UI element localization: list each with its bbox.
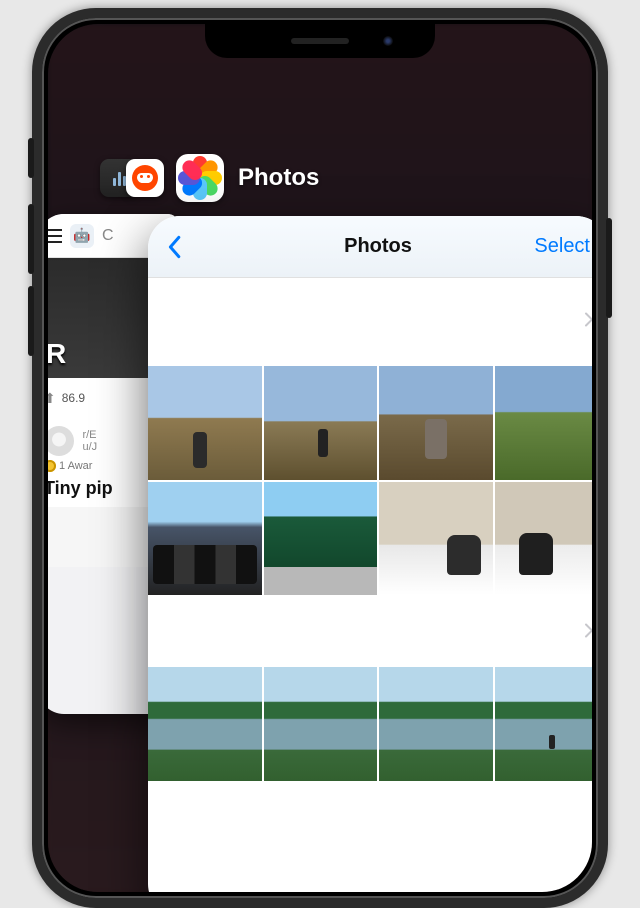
app-card-header-photos: Photos: [176, 154, 319, 202]
reddit-icon: [126, 159, 164, 197]
front-camera: [383, 36, 393, 46]
back-button[interactable]: [166, 235, 182, 259]
photo-thumbnail[interactable]: [379, 667, 493, 781]
side-button: [606, 218, 612, 318]
earpiece-speaker: [291, 38, 349, 44]
phone-screen: 🤖 C R ⬆ 86.9 r/E u/J: [48, 24, 592, 892]
photo-thumbnail[interactable]: [495, 667, 593, 781]
upvote-count: 86.9: [62, 391, 85, 405]
upvote-icon[interactable]: ⬆: [48, 390, 56, 407]
photo-thumbnail[interactable]: [148, 482, 262, 596]
photo-thumbnail[interactable]: [264, 667, 378, 781]
photo-thumbnail[interactable]: [264, 366, 378, 480]
photos-nav-bar: Photos Select: [148, 216, 592, 278]
photo-thumbnail[interactable]: [148, 667, 262, 781]
reddit-hero-letter: R: [48, 338, 66, 370]
photo-thumbnail[interactable]: [495, 366, 593, 480]
photos-section-header[interactable]: [148, 597, 592, 667]
volume-up-button: [28, 204, 34, 274]
background-app-icons: [100, 159, 164, 197]
app-card-title: Photos: [238, 164, 319, 192]
photo-thumbnail[interactable]: [264, 482, 378, 596]
photo-thumbnail[interactable]: [379, 366, 493, 480]
chevron-right-icon: [584, 622, 592, 645]
photos-grid-row-3: [148, 667, 592, 783]
photos-grid-row-1: [148, 366, 592, 482]
chevron-right-icon: [584, 311, 592, 334]
photo-thumbnail[interactable]: [379, 482, 493, 596]
app-switcher[interactable]: 🤖 C R ⬆ 86.9 r/E u/J: [48, 24, 592, 892]
photo-thumbnail[interactable]: [148, 366, 262, 480]
photo-thumbnail[interactable]: [495, 482, 593, 596]
reddit-search-letter: C: [102, 227, 114, 245]
post-meta: r/E u/J: [82, 429, 97, 453]
photos-grid-row-2: [148, 482, 592, 598]
select-button[interactable]: Select: [534, 235, 590, 258]
chevron-left-icon: [166, 235, 182, 259]
photos-nav-title: Photos: [344, 235, 412, 258]
menu-icon[interactable]: [48, 229, 62, 243]
photos-app-icon: [176, 154, 224, 202]
reddit-avatar-icon[interactable]: 🤖: [70, 224, 94, 248]
app-card-photos[interactable]: Photos Select: [148, 216, 592, 892]
iphone-frame: 🤖 C R ⬆ 86.9 r/E u/J: [32, 8, 608, 908]
award-coin-icon: [48, 460, 56, 472]
mute-switch: [28, 138, 34, 178]
volume-down-button: [28, 286, 34, 356]
photos-section-header[interactable]: [148, 278, 592, 366]
notch: [205, 24, 435, 58]
post-avatar: [48, 426, 74, 456]
